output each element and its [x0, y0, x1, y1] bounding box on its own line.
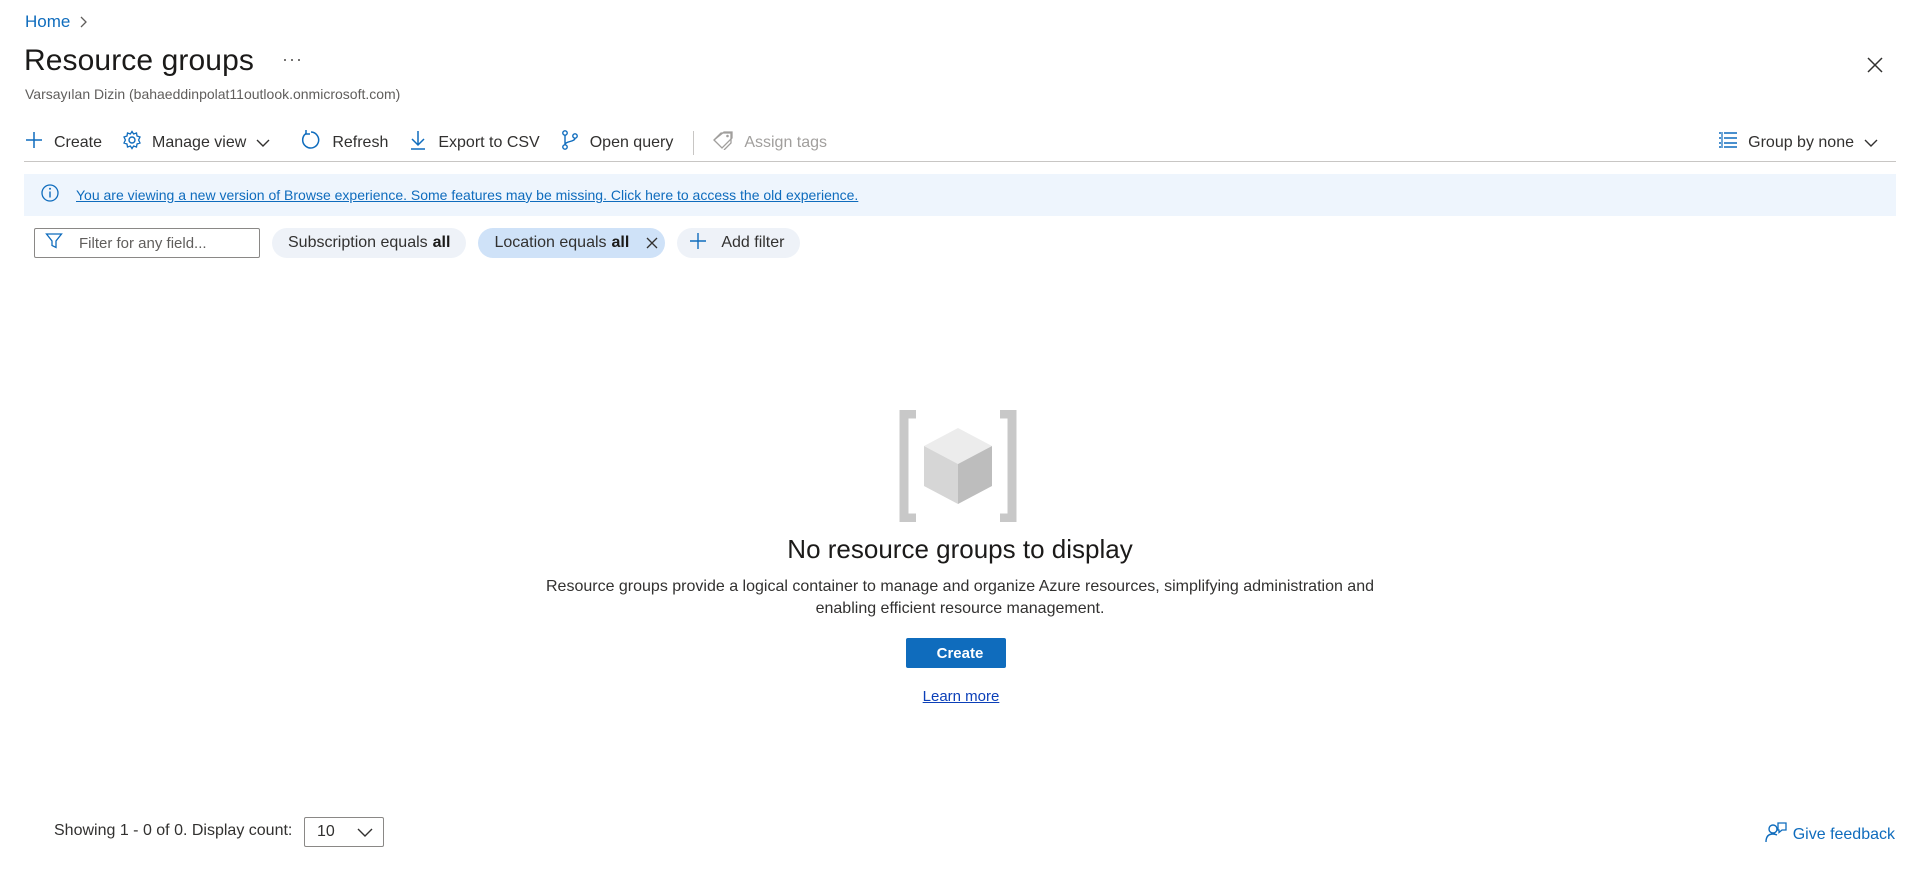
chevron-down-icon — [256, 138, 280, 148]
breadcrumb-home-link[interactable]: Home — [25, 12, 70, 32]
plus-icon — [24, 130, 54, 155]
display-count-value: 10 — [317, 823, 335, 840]
create-resource-group-button[interactable]: Create — [906, 638, 1006, 668]
resource-group-icon — [896, 409, 1020, 523]
page-title: Resource groups — [24, 44, 254, 77]
display-count-select[interactable]: 10 — [304, 817, 384, 847]
assign-tags-label: Assign tags — [744, 133, 828, 151]
filter-field — [34, 228, 260, 258]
learn-more-link[interactable]: Learn more — [923, 688, 1000, 705]
refresh-label: Refresh — [332, 133, 389, 151]
group-list-icon — [1718, 131, 1748, 154]
close-icon[interactable] — [1865, 55, 1885, 75]
chevron-down-icon — [1864, 138, 1888, 148]
location-filter-label: Location equals — [494, 234, 607, 251]
empty-state-title: No resource groups to display — [787, 534, 1133, 564]
assign-tags-button[interactable]: Assign tags — [712, 128, 827, 158]
chevron-right-icon — [78, 16, 88, 28]
create-toolbar-label: Create — [54, 133, 103, 151]
filter-bar: Subscription equals all Location equals … — [34, 228, 812, 258]
filter-input[interactable] — [77, 233, 247, 253]
create-toolbar-button[interactable]: Create — [24, 128, 102, 158]
refresh-icon — [300, 129, 332, 156]
info-icon — [40, 183, 76, 208]
group-by-label: Group by none — [1748, 133, 1854, 151]
pagination-summary: Showing 1 - 0 of 0. Display count: — [54, 822, 293, 839]
export-csv-label: Export to CSV — [438, 133, 540, 151]
breadcrumb: Home — [25, 12, 88, 32]
export-csv-button[interactable]: Export to CSV — [408, 128, 540, 158]
give-feedback-link[interactable]: Give feedback — [1765, 821, 1895, 848]
group-by-dropdown[interactable]: Group by none — [1718, 128, 1888, 158]
add-filter-label: Add filter — [721, 234, 785, 251]
more-options-button[interactable]: ··· — [282, 50, 303, 68]
manage-view-label: Manage view — [152, 133, 247, 151]
page-subtitle: Varsayılan Dizin (bahaeddinpolat11outloo… — [25, 86, 401, 102]
add-filter-button[interactable]: Add filter — [677, 228, 801, 258]
empty-state-description: Resource groups provide a logical contai… — [545, 578, 1374, 617]
location-filter-value: all — [611, 234, 630, 251]
query-icon — [560, 129, 590, 156]
manage-view-button[interactable]: Manage view — [122, 128, 280, 158]
subscription-filter-label: Subscription equals — [288, 234, 428, 251]
subscription-filter-value: all — [432, 234, 451, 251]
download-icon — [408, 129, 438, 156]
filter-icon — [45, 232, 63, 255]
resource-groups-page: Home Resource groups ··· Varsayılan Dizi… — [0, 0, 1920, 870]
old-experience-link[interactable]: You are viewing a new version of Browse … — [76, 187, 858, 203]
gear-icon — [122, 130, 152, 155]
close-icon[interactable] — [645, 236, 659, 250]
toolbar-divider — [693, 130, 695, 155]
refresh-button[interactable]: Refresh — [300, 128, 388, 158]
plus-icon — [689, 232, 721, 255]
feedback-icon — [1765, 821, 1793, 848]
give-feedback-label: Give feedback — [1792, 825, 1895, 843]
tag-icon — [712, 130, 744, 155]
open-query-label: Open query — [589, 133, 674, 151]
open-query-button[interactable]: Open query — [560, 128, 674, 158]
chevron-down-icon — [357, 827, 373, 837]
info-banner: You are viewing a new version of Browse … — [24, 174, 1896, 216]
command-bar: Create Manage view Refresh Export to CSV — [24, 124, 1896, 162]
subscription-filter-pill[interactable]: Subscription equals all — [272, 228, 467, 258]
location-filter-pill[interactable]: Location equals all — [478, 228, 666, 258]
